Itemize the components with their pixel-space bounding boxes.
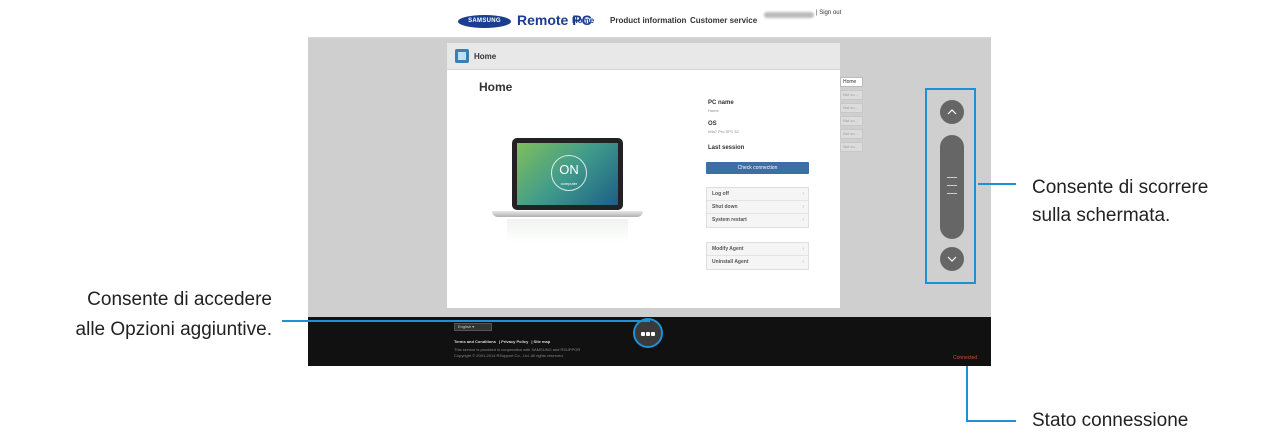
side-tab-pc-6[interactable]: Not co...	[840, 142, 863, 152]
uninstall-agent-label: Uninstall Agent	[712, 259, 749, 265]
nav-customer-service[interactable]: Customer service	[690, 16, 757, 25]
log-off-label: Log off	[712, 191, 729, 197]
grip-line	[947, 193, 957, 194]
home-panel: Home Home ON computer PC name Home OS Wi…	[447, 43, 840, 308]
shut-down-item[interactable]: Shut down ›	[707, 201, 808, 214]
power-status-circle: ON computer	[551, 155, 587, 191]
scroll-thumb[interactable]	[940, 135, 964, 239]
os-label: OS	[708, 121, 717, 127]
laptop-display: ON computer	[517, 143, 618, 205]
user-account	[764, 12, 814, 18]
nav-home[interactable]: Home	[572, 16, 594, 25]
top-bar: SAMSUNG Remote PC Home Product informati…	[308, 2, 991, 38]
sign-out-link[interactable]: | Sign out	[816, 10, 841, 16]
uninstall-agent-item[interactable]: Uninstall Agent ›	[707, 256, 808, 269]
more-callout-line	[282, 320, 650, 322]
scroll-callout-line	[978, 183, 1016, 185]
connection-status: Connected	[953, 355, 978, 361]
power-status-text: ON	[559, 162, 579, 177]
pc-name-value: Home	[708, 108, 719, 113]
modify-agent-label: Modify Agent	[712, 246, 744, 252]
grip-line	[947, 177, 957, 178]
last-session-label: Last session	[708, 145, 745, 151]
terms-link[interactable]: Terms and Conditions	[454, 339, 496, 344]
laptop-image: ON computer	[512, 138, 623, 210]
language-select[interactable]: English ▾	[454, 323, 492, 331]
scroll-callout-line2: sulla schermata.	[1032, 205, 1171, 226]
footer-copyright: This service is provided in cooperation …	[454, 347, 580, 359]
side-tab-home[interactable]: Home	[840, 77, 863, 87]
scroll-callout-line1: Consente di scorrere	[1032, 177, 1209, 198]
power-menu: Log off › Shut down › System restart ›	[706, 187, 809, 228]
pc-name-label: PC name	[708, 100, 734, 106]
chevron-right-icon: ›	[802, 217, 804, 223]
chevron-right-icon: ›	[802, 204, 804, 210]
status-callout-line-h	[966, 420, 1016, 422]
agent-menu: Modify Agent › Uninstall Agent ›	[706, 242, 809, 270]
log-off-item[interactable]: Log off ›	[707, 188, 808, 201]
panel-header-title: Home	[474, 52, 497, 61]
chevron-up-icon	[947, 109, 957, 115]
system-restart-label: System restart	[712, 217, 747, 223]
privacy-link[interactable]: Privacy Policy	[501, 339, 528, 344]
check-connection-button[interactable]: Check connection	[706, 162, 809, 174]
laptop-base	[492, 211, 643, 217]
language-value: English	[458, 324, 472, 329]
modify-agent-item[interactable]: Modify Agent ›	[707, 243, 808, 256]
grip-line	[947, 185, 957, 186]
side-tab-pc-2[interactable]: Not co...	[840, 90, 863, 100]
chevron-right-icon: ›	[802, 259, 804, 265]
more-dot-icon	[641, 332, 645, 336]
side-tab-pc-5[interactable]: Not co...	[840, 129, 863, 139]
status-callout: Stato connessione	[1032, 410, 1189, 431]
scroll-down-button[interactable]	[940, 247, 964, 271]
os-value: Win7 Pro SP1 32	[708, 129, 739, 134]
more-dot-icon	[646, 332, 650, 336]
shut-down-label: Shut down	[712, 204, 738, 210]
side-tab-pc-4[interactable]: Not co...	[840, 116, 863, 126]
more-callout-line1: Consente di accedere	[87, 289, 272, 310]
more-dot-icon	[651, 332, 655, 336]
more-options-button[interactable]	[633, 318, 663, 348]
status-callout-line-v	[966, 366, 968, 420]
footer-links: Terms and Conditions | Privacy Policy | Si…	[454, 339, 551, 344]
panel-header: Home	[447, 43, 840, 70]
home-icon	[455, 49, 469, 63]
page-title: Home	[479, 80, 513, 94]
sitemap-link[interactable]: Site map	[534, 339, 551, 344]
system-restart-item[interactable]: System restart ›	[707, 214, 808, 227]
power-status-subtext: computer	[560, 181, 578, 186]
laptop-reflection	[507, 219, 628, 243]
scroll-control	[925, 88, 976, 284]
chevron-right-icon: ›	[802, 246, 804, 252]
chevron-down-icon	[947, 256, 957, 262]
remote-pc-screen: SAMSUNG Remote PC Home Product informati…	[308, 2, 991, 366]
more-callout-line2: alle Opzioni aggiuntive.	[75, 319, 272, 340]
nav-product-information[interactable]: Product information	[610, 16, 686, 25]
side-tab-pc-3[interactable]: Not co...	[840, 103, 863, 113]
scroll-up-button[interactable]	[940, 100, 964, 124]
footer-line-2: Copyright © 2001-2014 RSupport Co., Ltd.…	[454, 353, 564, 358]
chevron-right-icon: ›	[802, 191, 804, 197]
samsung-logo: SAMSUNG	[458, 15, 511, 28]
